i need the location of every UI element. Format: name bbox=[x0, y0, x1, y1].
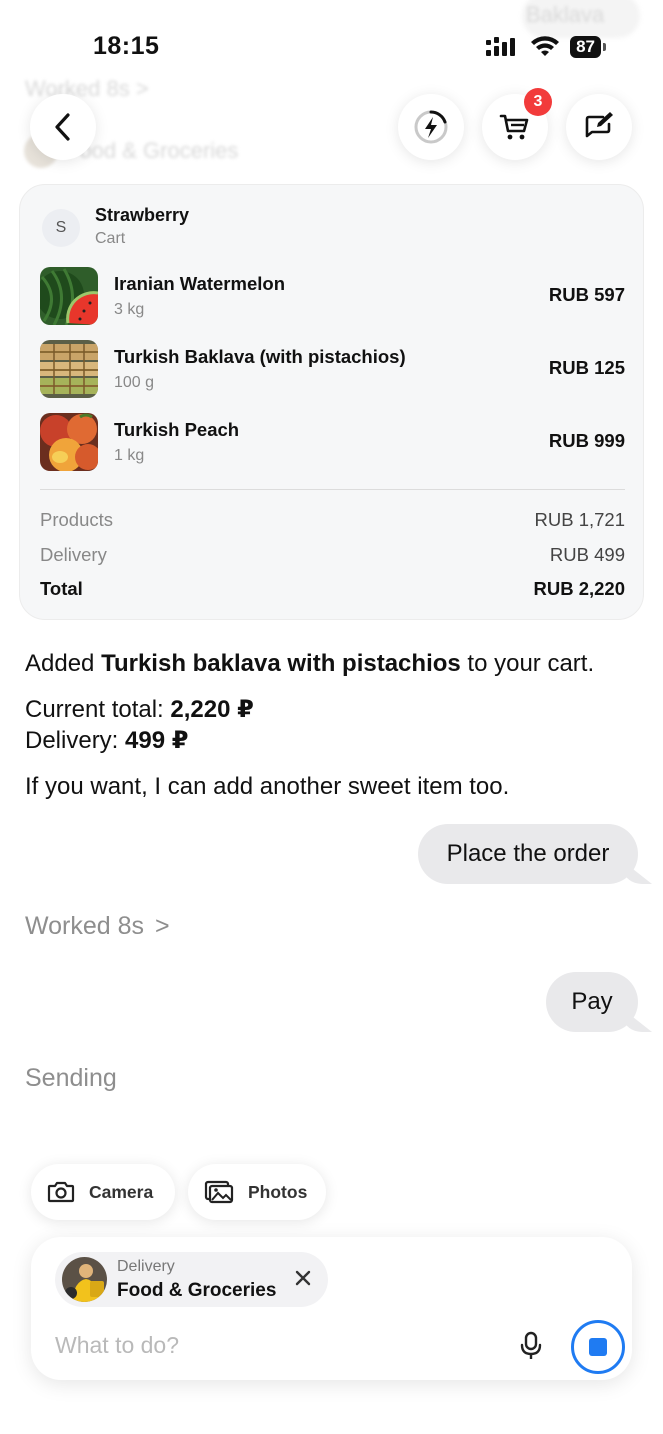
cart-count-badge: 3 bbox=[524, 88, 552, 116]
cart-button[interactable]: 3 bbox=[482, 88, 552, 160]
total-label: Total bbox=[40, 578, 83, 599]
quick-action-button[interactable] bbox=[398, 94, 464, 160]
products-subtotal-row: Products RUB 1,721 bbox=[40, 509, 625, 531]
cellular-signal-icon bbox=[486, 37, 516, 56]
total-value: RUB 2,220 bbox=[533, 578, 625, 599]
summary-divider bbox=[40, 489, 625, 490]
item-quantity: 3 kg bbox=[114, 301, 145, 318]
camera-button[interactable]: Camera bbox=[31, 1164, 175, 1220]
ghost-worked: Worked 8s > bbox=[25, 76, 149, 101]
item-name: Turkish Peach bbox=[114, 419, 240, 440]
compose-icon bbox=[585, 112, 613, 138]
chevron-right-icon: > bbox=[154, 912, 170, 940]
user-message-bubble: Place the order bbox=[418, 824, 638, 884]
back-button[interactable] bbox=[30, 94, 96, 160]
total-row: Total RUB 2,220 bbox=[40, 578, 625, 600]
products-value: RUB 1,721 bbox=[534, 509, 626, 530]
user-message-text: Place the order bbox=[446, 840, 610, 867]
cart-summary-card: S Strawberry Cart Iranian Watermelon 3 k… bbox=[19, 184, 644, 620]
item-name: Turkish Baklava (with pistachios) bbox=[114, 346, 406, 367]
user-message-bubble: Pay bbox=[546, 972, 638, 1032]
message-input[interactable] bbox=[55, 1329, 495, 1361]
delivery-value: RUB 499 bbox=[549, 544, 625, 565]
item-price: RUB 125 bbox=[548, 357, 625, 378]
message-composer: Delivery Food & Groceries bbox=[31, 1237, 632, 1380]
delivery-fee-row: Delivery RUB 499 bbox=[40, 544, 625, 566]
status-icons: 87 bbox=[486, 36, 606, 58]
worked-disclosure[interactable]: Worked 8s > bbox=[25, 912, 170, 941]
baklava-image bbox=[40, 340, 98, 398]
status-time: 18:15 bbox=[93, 32, 160, 60]
chevron-left-icon bbox=[55, 113, 70, 141]
delivery-label: Delivery bbox=[40, 544, 107, 565]
camera-icon bbox=[47, 1181, 75, 1203]
close-icon[interactable] bbox=[292, 1267, 314, 1289]
lightning-timer-icon bbox=[414, 110, 448, 144]
battery-indicator: 87 bbox=[570, 36, 606, 58]
wifi-icon bbox=[531, 36, 560, 56]
assistant-message-line3: If you want, I can add another sweet ite… bbox=[25, 773, 510, 800]
item-name: Iranian Watermelon bbox=[114, 273, 285, 294]
peach-image bbox=[40, 413, 98, 471]
store-subtitle: Cart bbox=[95, 230, 126, 247]
cart-item-peach[interactable]: Turkish Peach 1 kg RUB 999 bbox=[40, 413, 625, 471]
delivery-avatar bbox=[62, 1257, 107, 1302]
item-price: RUB 597 bbox=[548, 284, 625, 305]
assistant-message-line1: Added Turkish baklava with pistachios to… bbox=[25, 650, 595, 677]
item-price: RUB 999 bbox=[548, 430, 625, 451]
new-chat-button[interactable] bbox=[566, 94, 632, 160]
watermelon-image bbox=[40, 267, 98, 325]
context-subtitle: Delivery bbox=[117, 1258, 175, 1275]
store-name: Strawberry bbox=[95, 205, 190, 225]
context-chip-food-groceries[interactable]: Delivery Food & Groceries bbox=[55, 1252, 328, 1307]
item-quantity: 100 g bbox=[114, 374, 155, 391]
cart-icon bbox=[499, 114, 529, 140]
sending-status: Sending bbox=[25, 1064, 117, 1092]
microphone-icon[interactable] bbox=[519, 1331, 543, 1361]
photos-label: Photos bbox=[248, 1181, 308, 1202]
assistant-message-delivery: Delivery: 499 ₽ bbox=[25, 727, 189, 754]
photos-icon bbox=[204, 1180, 234, 1204]
camera-label: Camera bbox=[89, 1181, 154, 1202]
user-message-text: Pay bbox=[571, 988, 613, 1015]
stop-button[interactable] bbox=[571, 1320, 625, 1374]
photos-button[interactable]: Photos bbox=[188, 1164, 326, 1220]
worked-label: Worked 8s bbox=[25, 912, 145, 940]
products-label: Products bbox=[40, 509, 114, 530]
ghost-text: Baklava bbox=[526, 2, 605, 27]
item-quantity: 1 kg bbox=[114, 447, 145, 464]
store-avatar: S bbox=[42, 209, 80, 247]
cart-item-baklava[interactable]: Turkish Baklava (with pistachios) 100 g … bbox=[40, 340, 625, 398]
assistant-message-total: Current total: 2,220 ₽ bbox=[25, 696, 254, 723]
cart-item-watermelon[interactable]: Iranian Watermelon 3 kg RUB 597 bbox=[40, 267, 625, 325]
stop-icon bbox=[589, 1338, 607, 1356]
context-title: Food & Groceries bbox=[117, 1280, 277, 1301]
